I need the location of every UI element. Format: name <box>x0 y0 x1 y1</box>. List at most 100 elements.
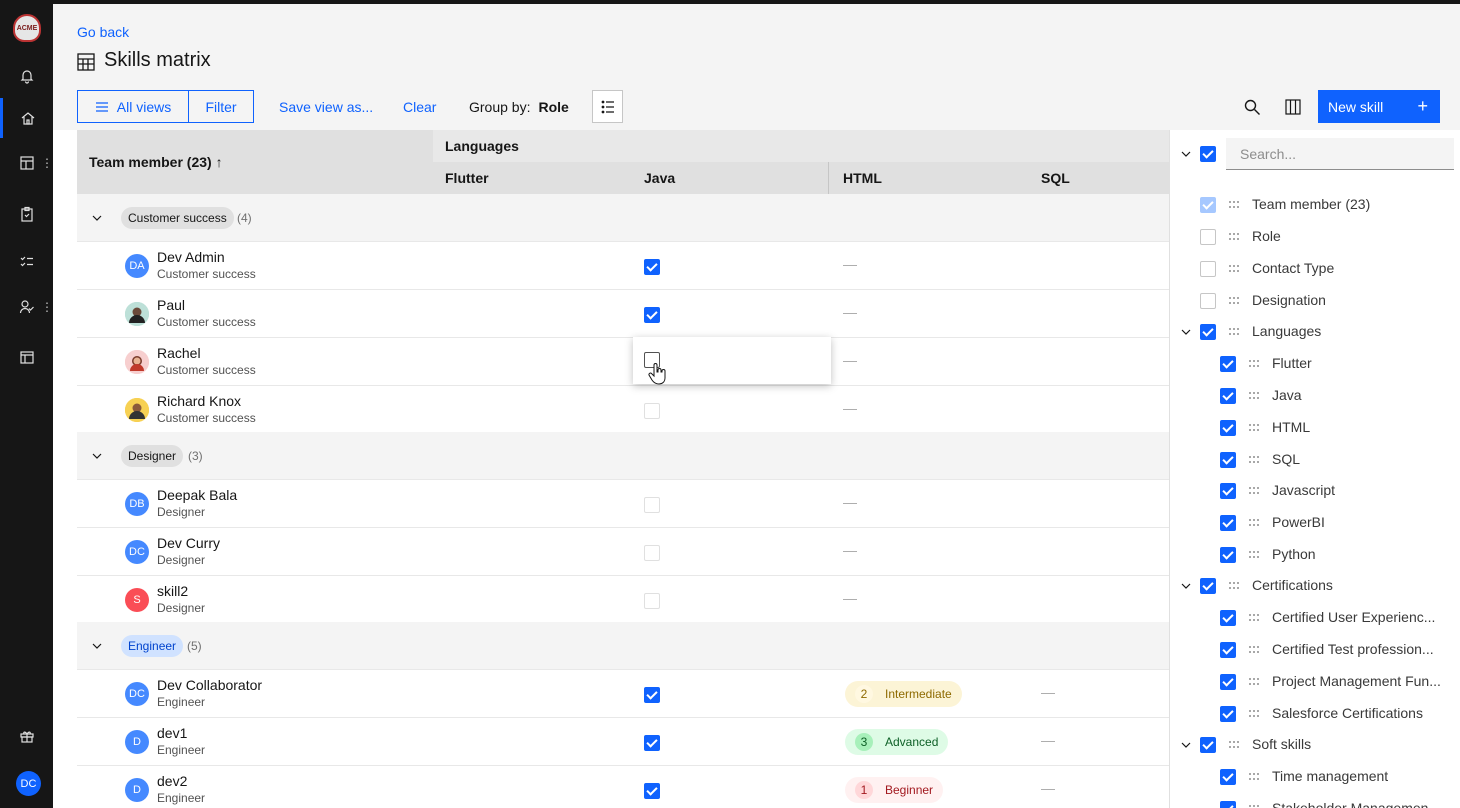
gift-icon[interactable] <box>0 716 53 756</box>
chevron-down-icon[interactable] <box>1180 739 1192 751</box>
item-checkbox[interactable] <box>1220 801 1236 808</box>
table-row[interactable]: S skill2 Designer — <box>77 576 1169 624</box>
item-checkbox[interactable] <box>1200 229 1216 245</box>
chevron-down-icon[interactable] <box>1180 326 1192 338</box>
panel-item-contact-type[interactable]: Contact Type <box>1170 253 1460 285</box>
drag-handle-icon[interactable] <box>1228 296 1240 306</box>
item-checkbox[interactable] <box>1220 610 1236 626</box>
drag-handle-icon[interactable] <box>1248 550 1260 560</box>
notifications-icon[interactable] <box>0 56 53 96</box>
drag-handle-icon[interactable] <box>1248 359 1260 369</box>
home-icon[interactable] <box>0 98 53 138</box>
drag-handle-icon[interactable] <box>1228 232 1240 242</box>
chevron-down-icon[interactable] <box>1180 580 1192 592</box>
drag-handle-icon[interactable] <box>1248 804 1260 808</box>
drag-handle-icon[interactable] <box>1248 677 1260 687</box>
panel-item-time-management[interactable]: Time management <box>1170 761 1460 793</box>
item-checkbox[interactable] <box>1220 674 1236 690</box>
panel-item-html[interactable]: HTML <box>1170 412 1460 444</box>
panel-item-project-management[interactable]: Project Management Fun... <box>1170 666 1460 698</box>
panel-item-role[interactable]: Role <box>1170 221 1460 253</box>
item-checkbox[interactable] <box>1220 642 1236 658</box>
panel-group-soft-skills[interactable]: Soft skills <box>1170 729 1460 761</box>
drag-handle-icon[interactable] <box>1248 455 1260 465</box>
chevron-down-icon[interactable] <box>91 640 103 652</box>
panel-item-java[interactable]: Java <box>1170 380 1460 412</box>
drag-handle-icon[interactable] <box>1248 423 1260 433</box>
table-row[interactable]: DA Dev Admin Customer success — <box>77 242 1169 290</box>
java-checkbox[interactable] <box>644 735 660 751</box>
java-checkbox[interactable] <box>644 545 660 561</box>
panel-item-designation[interactable]: Designation <box>1170 285 1460 317</box>
panel-search-input[interactable] <box>1226 138 1454 169</box>
item-checkbox[interactable] <box>1200 293 1216 309</box>
user-avatar[interactable]: DC <box>16 771 41 796</box>
java-checkbox[interactable] <box>644 783 660 799</box>
column-java[interactable]: Java <box>644 170 675 186</box>
panel-group-languages[interactable]: Languages <box>1170 316 1460 348</box>
save-view-button[interactable]: Save view as... <box>279 90 373 123</box>
panel-item-python[interactable]: Python <box>1170 539 1460 571</box>
filter-button[interactable]: Filter <box>188 90 254 123</box>
panel-item-flutter[interactable]: Flutter <box>1170 348 1460 380</box>
drag-handle-icon[interactable] <box>1248 613 1260 623</box>
sort-ascending-icon[interactable]: ↑ <box>216 154 223 170</box>
columns-icon[interactable] <box>1285 99 1301 115</box>
chevron-down-icon[interactable] <box>1180 148 1192 160</box>
panel-item-javascript[interactable]: Javascript <box>1170 475 1460 507</box>
table-row[interactable]: D dev2 Engineer 1 Beginner — <box>77 766 1169 808</box>
drag-handle-icon[interactable] <box>1248 486 1260 496</box>
drag-handle-icon[interactable] <box>1248 772 1260 782</box>
go-back-link[interactable]: Go back <box>77 24 129 40</box>
layout-icon[interactable] <box>0 337 53 377</box>
drag-handle-icon[interactable] <box>1228 264 1240 274</box>
table-row[interactable]: Richard Knox Customer success — <box>77 386 1169 434</box>
item-checkbox[interactable] <box>1220 706 1236 722</box>
html-skill-level[interactable]: 2 Intermediate <box>845 681 962 707</box>
team-member-column-header[interactable]: Team member (23) ↑ <box>89 154 223 170</box>
group-by-selector[interactable]: Group by: Role <box>469 90 569 123</box>
panel-item-stakeholder-management[interactable]: Stakeholder Managemen... <box>1170 793 1460 808</box>
new-skill-button[interactable]: New skill + <box>1318 90 1440 123</box>
drag-handle-icon[interactable] <box>1248 391 1260 401</box>
panel-item-sql[interactable]: SQL <box>1170 444 1460 476</box>
java-checkbox[interactable] <box>644 687 660 703</box>
panel-item-powerbi[interactable]: PowerBI <box>1170 507 1460 539</box>
table-row[interactable]: D dev1 Engineer 3 Advanced — <box>77 718 1169 766</box>
table-row[interactable]: DC Dev Collaborator Engineer 2 Intermedi… <box>77 670 1169 718</box>
java-checkbox[interactable] <box>644 403 660 419</box>
table-row[interactable]: DB Deepak Bala Designer — <box>77 480 1169 528</box>
chevron-down-icon[interactable] <box>91 212 103 224</box>
drag-handle-icon[interactable] <box>1228 200 1240 210</box>
checklist-icon[interactable] <box>0 242 53 282</box>
drag-handle-icon[interactable] <box>1228 327 1240 337</box>
panel-search-field[interactable] <box>1226 138 1454 170</box>
clipboard-icon[interactable] <box>0 194 53 234</box>
overflow-menu-icon[interactable]: ⋮ <box>41 157 53 169</box>
select-all-checkbox[interactable] <box>1200 146 1216 162</box>
drag-handle-icon[interactable] <box>1248 709 1260 719</box>
drag-handle-icon[interactable] <box>1228 581 1240 591</box>
panel-group-certifications[interactable]: Certifications <box>1170 570 1460 602</box>
item-checkbox[interactable] <box>1220 452 1236 468</box>
item-checkbox[interactable] <box>1220 356 1236 372</box>
item-checkbox[interactable] <box>1220 483 1236 499</box>
table-row[interactable]: Paul Customer success — <box>77 290 1169 338</box>
panel-item-team-member[interactable]: Team member (23) <box>1170 189 1460 221</box>
java-checkbox[interactable] <box>644 259 660 275</box>
item-checkbox[interactable] <box>1220 388 1236 404</box>
item-checkbox[interactable] <box>1200 324 1216 340</box>
drag-handle-icon[interactable] <box>1248 518 1260 528</box>
column-html[interactable]: HTML <box>843 170 882 186</box>
java-checkbox[interactable] <box>644 593 660 609</box>
table-row[interactable]: DC Dev Curry Designer — <box>77 528 1169 576</box>
list-options-button[interactable] <box>592 90 623 123</box>
item-checkbox[interactable] <box>1200 261 1216 277</box>
column-flutter[interactable]: Flutter <box>445 170 489 186</box>
html-skill-level[interactable]: 3 Advanced <box>845 729 949 755</box>
table-row[interactable]: Rachel Customer success — <box>77 338 1169 386</box>
panel-item-salesforce[interactable]: Salesforce Certifications <box>1170 698 1460 730</box>
drag-handle-icon[interactable] <box>1228 740 1240 750</box>
item-checkbox[interactable] <box>1220 769 1236 785</box>
chevron-down-icon[interactable] <box>91 450 103 462</box>
